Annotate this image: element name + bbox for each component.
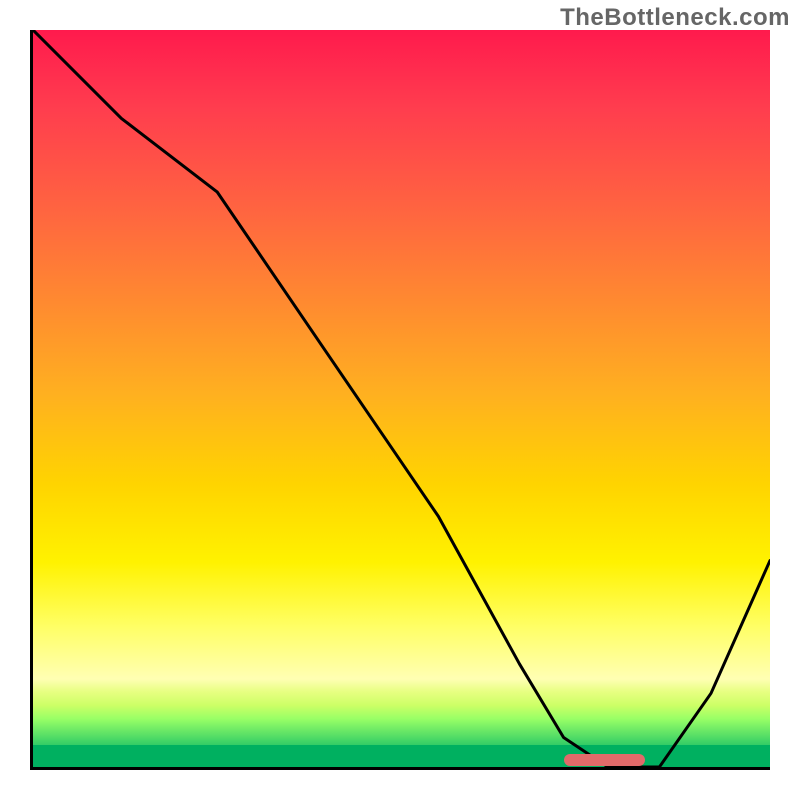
watermark-text: TheBottleneck.com: [560, 4, 790, 32]
optimal-marker: [564, 754, 645, 766]
plot-area: [30, 30, 770, 770]
bottleneck-curve: [33, 30, 770, 767]
